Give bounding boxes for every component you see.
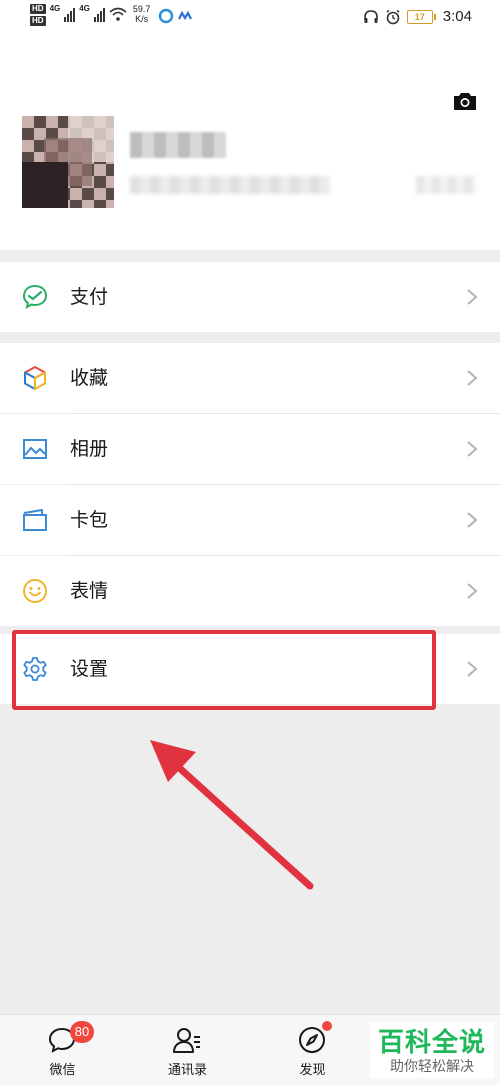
unread-badge: 80: [70, 1021, 94, 1043]
camera-icon[interactable]: [452, 88, 478, 114]
watermark-subtitle: 助你轻松解决: [390, 1059, 474, 1075]
menu-item-label: 表情: [70, 580, 109, 602]
hd-indicators: HD HD: [30, 4, 46, 26]
menu-item-pay[interactable]: 支付: [0, 262, 500, 332]
status-bar-right: 17 3:04: [363, 8, 472, 25]
chevron-right-icon: [467, 583, 478, 599]
menu-item-cards[interactable]: 卡包: [0, 485, 500, 555]
album-icon: [23, 439, 47, 459]
menu-item-stickers[interactable]: 表情: [0, 556, 500, 626]
card-wallet-icon: [23, 509, 47, 531]
app-notification-icon: [178, 10, 193, 21]
smiley-icon: [23, 579, 47, 603]
tab-label: 发现: [299, 1063, 326, 1078]
menu-item-label: 收藏: [70, 367, 109, 389]
status-bar-left: HD HD 4G 4G 59.7 K/s: [30, 4, 194, 26]
favorites-cube-icon: [24, 366, 46, 390]
network-type-2: 4G: [79, 4, 90, 13]
nickname-redacted: [130, 132, 226, 158]
headphones-icon: [363, 9, 378, 23]
signal-icon: [93, 4, 105, 22]
alarm-icon: [386, 9, 400, 24]
notification-dot: [322, 1021, 332, 1031]
network-speed-value: 59.7: [132, 4, 151, 14]
contacts-icon: [173, 1028, 200, 1053]
wifi-icon: [109, 7, 127, 21]
network-type-1: 4G: [49, 4, 61, 13]
hd-indicator-bottom: HD: [30, 16, 46, 26]
menu-item-label: 卡包: [70, 509, 109, 531]
tab-chats[interactable]: 80 微信: [0, 1015, 125, 1085]
profile-header[interactable]: [0, 36, 500, 250]
tab-label: 通讯录: [167, 1063, 207, 1078]
signal-icon: [64, 4, 76, 22]
status-bar: HD HD 4G 4G 59.7 K/s 17 3:04: [0, 0, 500, 36]
highlight-box: [12, 630, 436, 710]
watermark: 百科全说 助你轻松解决: [370, 1022, 494, 1078]
network-speed: 59.7 K/s: [133, 4, 151, 24]
pay-icon: [22, 284, 48, 309]
chevron-right-icon: [467, 441, 478, 457]
watermark-title: 百科全说: [377, 1028, 486, 1058]
app-notification-icon: [159, 8, 174, 24]
qr-code-redacted[interactable]: [416, 176, 476, 194]
chevron-right-icon: [467, 289, 478, 305]
hd-indicator-top: HD: [30, 4, 46, 14]
avatar-pixel-block: [22, 162, 68, 208]
network-speed-unit: K/s: [135, 14, 149, 24]
chevron-right-icon: [467, 661, 478, 677]
avatar[interactable]: [22, 116, 114, 208]
chevron-right-icon: [467, 512, 478, 528]
tab-label: 微信: [49, 1063, 76, 1078]
wechat-id-redacted: [130, 176, 330, 194]
tab-discover[interactable]: 发现: [250, 1015, 375, 1085]
clock: 3:04: [442, 8, 472, 25]
menu-item-label: 相册: [70, 438, 109, 460]
battery-indicator: 17: [406, 9, 436, 24]
chevron-right-icon: [467, 370, 478, 386]
menu-item-album[interactable]: 相册: [0, 414, 500, 484]
menu-item-label: 支付: [70, 286, 109, 308]
menu-item-favorites[interactable]: 收藏: [0, 343, 500, 413]
tab-contacts[interactable]: 通讯录: [125, 1015, 250, 1085]
